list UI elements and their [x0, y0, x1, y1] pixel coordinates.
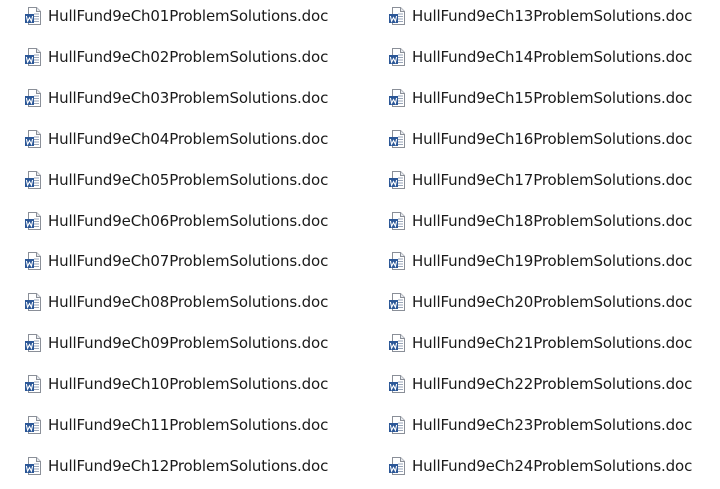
file-name: HullFund9eCh24ProblemSolutions.doc — [412, 456, 693, 475]
file-name: HullFund9eCh07ProblemSolutions.doc — [48, 252, 329, 271]
word-document-icon — [388, 88, 406, 108]
file-name: HullFund9eCh20ProblemSolutions.doc — [412, 293, 693, 312]
file-name: HullFund9eCh04ProblemSolutions.doc — [48, 129, 329, 148]
word-document-icon — [388, 292, 406, 312]
word-document-icon — [388, 170, 406, 190]
word-document-icon — [24, 6, 42, 26]
file-name: HullFund9eCh02ProblemSolutions.doc — [48, 47, 329, 66]
file-item[interactable]: HullFund9eCh03ProblemSolutions.doc — [24, 86, 364, 110]
file-item[interactable]: HullFund9eCh19ProblemSolutions.doc — [388, 249, 720, 273]
word-document-icon — [24, 415, 42, 435]
file-name: HullFund9eCh15ProblemSolutions.doc — [412, 88, 693, 107]
file-item[interactable]: HullFund9eCh13ProblemSolutions.doc — [388, 4, 720, 28]
file-name: HullFund9eCh14ProblemSolutions.doc — [412, 47, 693, 66]
file-item[interactable]: HullFund9eCh08ProblemSolutions.doc — [24, 290, 364, 314]
word-document-icon — [24, 211, 42, 231]
file-item[interactable]: HullFund9eCh15ProblemSolutions.doc — [388, 86, 720, 110]
file-name: HullFund9eCh10ProblemSolutions.doc — [48, 375, 329, 394]
file-name: HullFund9eCh16ProblemSolutions.doc — [412, 129, 693, 148]
word-document-icon — [24, 374, 42, 394]
file-item[interactable]: HullFund9eCh02ProblemSolutions.doc — [24, 45, 364, 69]
word-document-icon — [24, 129, 42, 149]
file-item[interactable]: HullFund9eCh04ProblemSolutions.doc — [24, 127, 364, 151]
file-item[interactable]: HullFund9eCh24ProblemSolutions.doc — [388, 454, 720, 478]
file-item[interactable]: HullFund9eCh22ProblemSolutions.doc — [388, 372, 720, 396]
file-name: HullFund9eCh22ProblemSolutions.doc — [412, 375, 693, 394]
file-name: HullFund9eCh23ProblemSolutions.doc — [412, 416, 693, 434]
word-document-icon — [24, 88, 42, 108]
file-item[interactable]: HullFund9eCh17ProblemSolutions.doc — [388, 168, 720, 192]
word-document-icon — [24, 333, 42, 353]
file-item[interactable]: HullFund9eCh14ProblemSolutions.doc — [388, 45, 720, 69]
word-document-icon — [388, 374, 406, 394]
file-list: HullFund9eCh01ProblemSolutions.doc HullFu… — [0, 0, 720, 489]
word-document-icon — [388, 456, 406, 476]
file-item[interactable]: HullFund9eCh10ProblemSolutions.doc — [24, 372, 364, 396]
file-name: HullFund9eCh11ProblemSolutions.doc — [48, 416, 329, 434]
file-name: HullFund9eCh13ProblemSolutions.doc — [412, 7, 693, 25]
word-document-icon — [388, 6, 406, 26]
file-name: HullFund9eCh18ProblemSolutions.doc — [412, 211, 693, 230]
file-name: HullFund9eCh19ProblemSolutions.doc — [412, 252, 693, 271]
file-name: HullFund9eCh21ProblemSolutions.doc — [412, 334, 693, 353]
file-name: HullFund9eCh03ProblemSolutions.doc — [48, 88, 329, 107]
word-document-icon — [388, 415, 406, 435]
file-item[interactable]: HullFund9eCh09ProblemSolutions.doc — [24, 331, 364, 355]
file-item[interactable]: HullFund9eCh12ProblemSolutions.doc — [24, 454, 364, 478]
word-document-icon — [388, 333, 406, 353]
file-name: HullFund9eCh12ProblemSolutions.doc — [48, 456, 329, 475]
file-name: HullFund9eCh09ProblemSolutions.doc — [48, 334, 329, 353]
file-item[interactable]: HullFund9eCh01ProblemSolutions.doc — [24, 4, 364, 28]
file-item[interactable]: HullFund9eCh07ProblemSolutions.doc — [24, 249, 364, 273]
file-item[interactable]: HullFund9eCh16ProblemSolutions.doc — [388, 127, 720, 151]
file-item[interactable]: HullFund9eCh18ProblemSolutions.doc — [388, 209, 720, 233]
file-item[interactable]: HullFund9eCh23ProblemSolutions.doc — [388, 413, 720, 437]
word-document-icon — [24, 292, 42, 312]
word-document-icon — [388, 47, 406, 67]
file-item[interactable]: HullFund9eCh21ProblemSolutions.doc — [388, 331, 720, 355]
word-document-icon — [388, 251, 406, 271]
file-name: HullFund9eCh06ProblemSolutions.doc — [48, 211, 329, 230]
file-name: HullFund9eCh08ProblemSolutions.doc — [48, 293, 329, 312]
file-item[interactable]: HullFund9eCh06ProblemSolutions.doc — [24, 209, 364, 233]
word-document-icon — [24, 251, 42, 271]
file-item[interactable]: HullFund9eCh11ProblemSolutions.doc — [24, 413, 364, 437]
word-document-icon — [388, 129, 406, 149]
file-name: HullFund9eCh17ProblemSolutions.doc — [412, 170, 693, 189]
word-document-icon — [24, 456, 42, 476]
word-document-icon — [24, 170, 42, 190]
file-item[interactable]: HullFund9eCh20ProblemSolutions.doc — [388, 290, 720, 314]
word-document-icon — [24, 47, 42, 67]
file-name: HullFund9eCh05ProblemSolutions.doc — [48, 170, 329, 189]
word-document-icon — [388, 211, 406, 231]
file-item[interactable]: HullFund9eCh05ProblemSolutions.doc — [24, 168, 364, 192]
file-name: HullFund9eCh01ProblemSolutions.doc — [48, 7, 329, 25]
